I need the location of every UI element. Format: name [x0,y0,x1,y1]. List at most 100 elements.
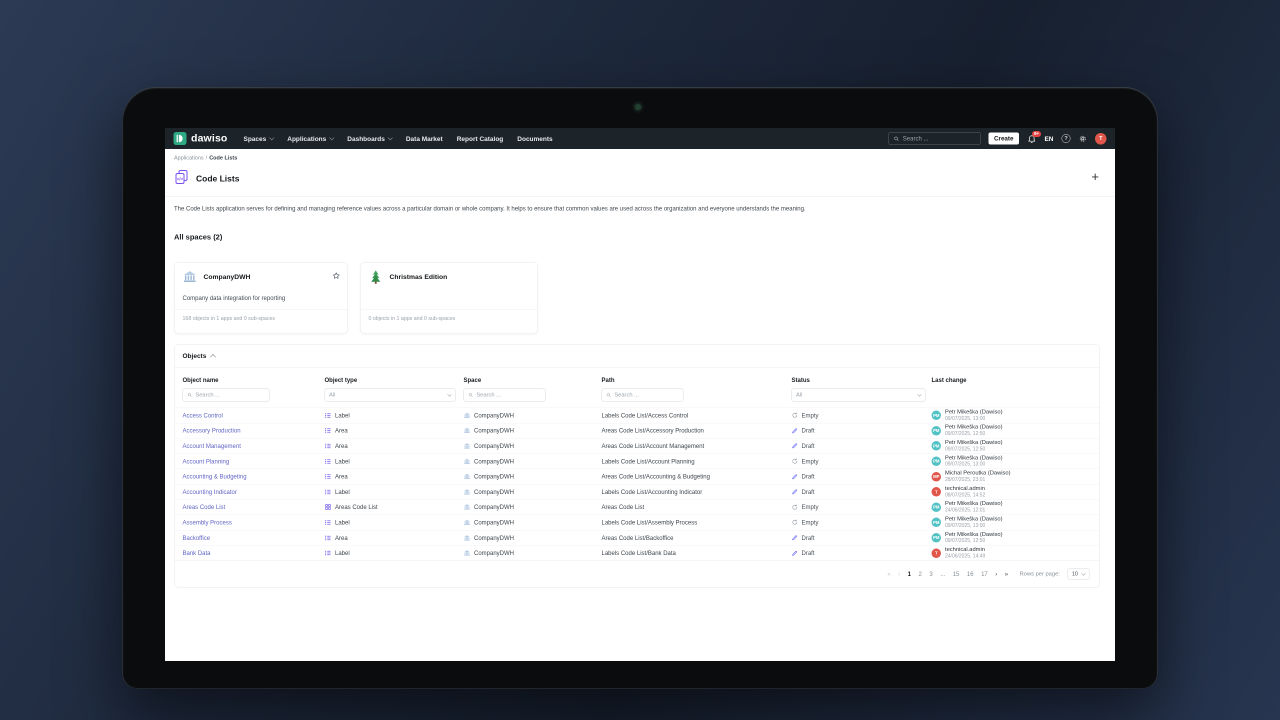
last-change-user: Petr Mikeška (Dawiso) [945,531,1003,538]
nav-menu-item-dashboards[interactable]: Dashboards [347,135,393,142]
last-change-time: 09/07/2025, 13:00 [945,415,986,422]
last-change-time: 08/07/2025, 14:52 [945,492,986,498]
nav-menu-item-applications[interactable]: Applications [287,135,334,142]
filter-space-input[interactable] [476,392,541,398]
table-row[interactable]: Bank Data Label CompanyDWH Labels Code L… [174,545,1100,560]
table-row[interactable]: Accounting Indicator Label CompanyDWH La… [174,483,1100,499]
app-description: The Code Lists application serves for de… [174,205,806,212]
space-label: CompanyDWH [474,518,515,526]
page-button-15[interactable]: 15 [953,571,960,578]
help-icon[interactable]: ? [1061,134,1071,143]
path-label: Labels Code List/Access Control [601,411,689,419]
create-button[interactable]: Create [988,132,1019,145]
avatar: MP [931,471,941,482]
space-label: CompanyDWH [474,457,515,465]
breadcrumb-current: Code Lists [209,155,238,161]
last-change-time: 09/07/2025, 13:00 [945,461,986,468]
page-arrow[interactable]: » [1005,571,1008,578]
table-row[interactable]: Accessory Production Area CompanyDWH Are… [174,422,1100,438]
space-card-companydwh[interactable]: CompanyDWH Company data integration for … [174,262,348,334]
last-change-user: Petr Mikeška (Dawiso) [945,454,1003,461]
object-name-link[interactable]: Access Control [183,412,223,419]
column-header-last-change: Last change [931,376,967,384]
path-label: Areas Code List/Backoffice [601,534,674,542]
star-icon[interactable] [332,271,341,282]
tablet-camera [635,104,641,110]
nav-menu-item-report-catalog[interactable]: Report Catalog [457,135,504,143]
space-icon [464,473,471,480]
space-label: CompanyDWH [474,549,515,557]
avatar: PM [931,517,941,528]
object-type-label: Area [335,473,348,481]
chevron-up-icon [210,354,216,360]
object-name-link[interactable]: Account Management [183,442,241,449]
list-icon [325,412,332,419]
filter-object-name[interactable] [182,388,270,402]
filter-space[interactable] [463,388,546,402]
object-type-label: Area [335,442,348,450]
notifications-button[interactable]: 9+ [1027,130,1042,144]
table-row[interactable]: Account Planning Label CompanyDWH Labels… [174,453,1100,468]
settings-gear-icon[interactable] [1079,134,1088,143]
nav-menu-item-data-market[interactable]: Data Market [406,135,443,143]
filter-path[interactable] [601,388,684,402]
page-button-2[interactable]: 2 [919,571,922,578]
user-avatar[interactable]: T [1095,132,1107,145]
global-search[interactable] [888,132,981,145]
filter-path-input[interactable] [614,392,679,398]
last-change-user: Petr Mikeška (Dawiso) [945,516,1003,523]
sync-icon [792,504,799,511]
table-row[interactable]: Backoffice Area CompanyDWH Areas Code Li… [174,529,1100,545]
object-name-link[interactable]: Assembly Process [183,519,232,526]
page-arrow[interactable]: › [995,571,997,578]
space-icon [464,488,471,495]
space-label: CompanyDWH [474,488,515,496]
space-card-christmas-edition[interactable]: Christmas Edition 0 objects in 1 apps an… [360,262,538,334]
filter-object-type-select[interactable]: All [324,388,456,402]
object-name-link[interactable]: Backoffice [183,534,211,541]
grid-icon [325,504,332,511]
table-row[interactable]: Accounting & Budgeting Area CompanyDWH A… [174,468,1100,484]
pencil-icon [792,535,799,542]
object-name-link[interactable]: Accounting Indicator [183,488,237,495]
page-button-3[interactable]: 3 [929,571,932,578]
rows-per-page-select[interactable]: 10 [1067,568,1090,580]
page-button-16[interactable]: 16 [967,571,974,578]
object-name-link[interactable]: Account Planning [183,458,230,465]
add-button[interactable]: + [1091,170,1099,183]
table-row[interactable]: Areas Code List Areas Code List CompanyD… [174,499,1100,514]
nav-menu-item-spaces[interactable]: Spaces [243,135,274,142]
search-input[interactable] [902,135,976,142]
object-name-link[interactable]: Accessory Production [183,427,241,434]
last-change-time: 09/07/2025, 12:50 [945,431,986,437]
last-change-user: Petr Mikeška (Dawiso) [945,439,1003,446]
status-label: Draft [801,427,815,435]
object-name-link[interactable]: Accounting & Budgeting [183,473,247,480]
table-row[interactable]: Assembly Process Label CompanyDWH Labels… [174,514,1100,530]
chevron-down-icon [329,135,334,140]
table-row[interactable]: Account Management Area CompanyDWH Areas… [174,438,1100,453]
object-type-label: Label [335,518,350,526]
object-name-link[interactable]: Areas Code List [183,504,226,511]
bank-icon [183,271,196,283]
chevron-down-icon [269,135,274,140]
objects-section-toggle[interactable]: Objects [183,352,216,360]
object-type-label: Area [335,534,348,542]
last-change-time: 09/07/2025, 13:00 [945,522,986,529]
chevron-down-icon [447,392,452,397]
language-switcher[interactable]: EN [1044,135,1053,143]
brand-logo[interactable]: dawiso [173,132,228,145]
filter-status-select[interactable]: All [791,388,926,402]
nav-menu-item-documents[interactable]: Documents [517,135,552,143]
page-button-1[interactable]: 1 [908,571,911,578]
breadcrumb-parent[interactable]: Applications [174,155,204,161]
filter-object-name-input[interactable] [195,392,265,398]
avatar: PM [931,441,941,451]
page-button-17[interactable]: 17 [981,571,988,578]
search-icon [894,136,899,141]
last-change-user: technical.admin [945,546,985,553]
object-name-link[interactable]: Bank Data [183,550,211,557]
list-icon [325,488,332,495]
table-row[interactable]: Access Control Label CompanyDWH Labels C… [174,407,1100,423]
pencil-icon [792,550,799,557]
